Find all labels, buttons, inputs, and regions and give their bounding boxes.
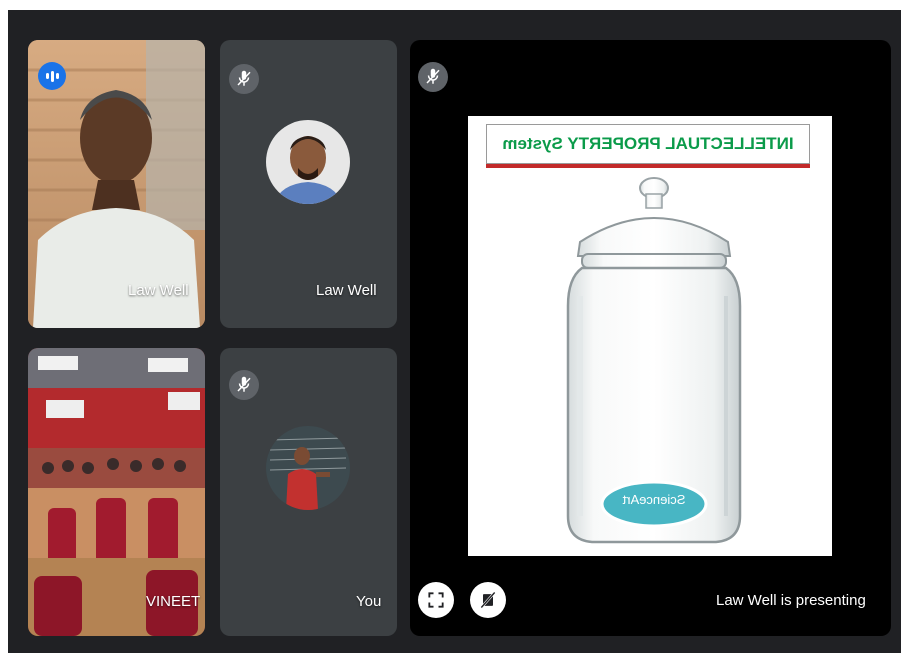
meeting-stage: Law Well Law Well VINEET You INTELLECTUA…	[8, 10, 901, 653]
participant-tile-you[interactable]: You	[220, 348, 397, 636]
mic-off-icon	[418, 62, 448, 92]
participant-name: Law Well	[316, 282, 377, 299]
mic-off-icon	[229, 64, 259, 94]
participant-name: Law Well	[128, 282, 189, 299]
fullscreen-icon	[428, 592, 444, 608]
presentation-tile[interactable]: INTELLECTUAL PROPERTY System ScienceArt …	[410, 40, 891, 636]
participant-tile-law-well-camera[interactable]: Law Well	[28, 40, 205, 328]
mic-off-icon	[229, 370, 259, 400]
shared-slide: INTELLECTUAL PROPERTY System ScienceArt	[468, 116, 832, 556]
participant-tile-law-well-avatar[interactable]: Law Well	[220, 40, 397, 328]
jar-label: ScienceArt	[622, 492, 686, 507]
stop-presenting-icon	[480, 591, 496, 609]
avatar	[266, 426, 350, 510]
participant-name: VINEET	[146, 593, 201, 610]
fullscreen-button[interactable]	[418, 582, 454, 618]
participant-tile-vineet[interactable]: VINEET	[28, 348, 205, 636]
avatar	[266, 120, 350, 204]
participant-name: You	[356, 593, 382, 610]
glass-jar	[566, 177, 742, 544]
stop-presenting-button[interactable]	[470, 582, 506, 618]
presenter-status: Law Well is presenting	[716, 592, 866, 609]
speaking-indicator	[38, 62, 66, 90]
